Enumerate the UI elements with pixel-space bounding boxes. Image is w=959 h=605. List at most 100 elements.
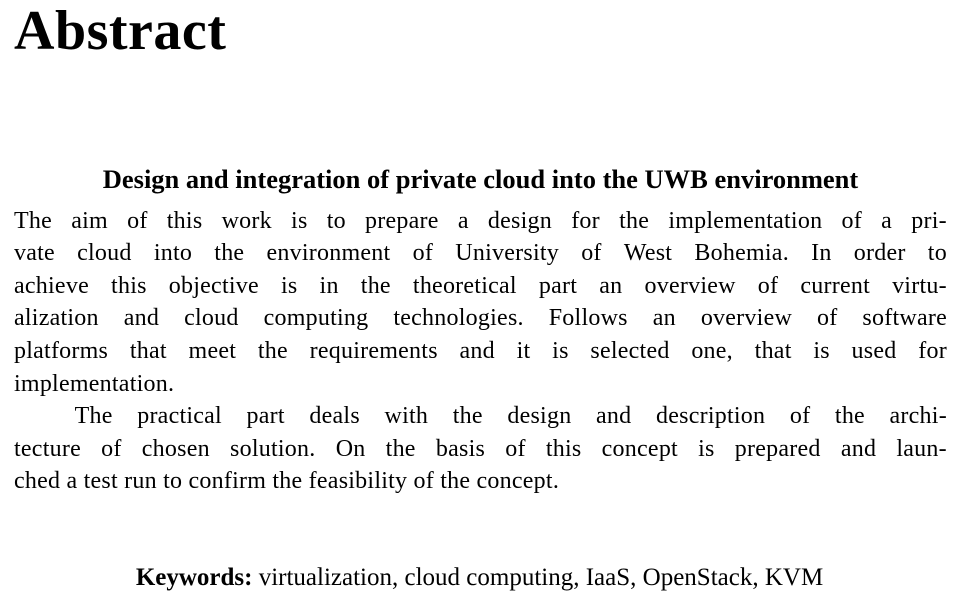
abstract-line: achieve this objective is in the theoretical pa… [14, 270, 947, 303]
word: it [516, 337, 531, 364]
word: an [652, 305, 676, 332]
word: with [384, 403, 429, 430]
word: the [360, 272, 391, 299]
word: an [599, 272, 623, 299]
word: implementation [668, 207, 823, 234]
word: objective [168, 272, 259, 299]
word: laun- [896, 435, 947, 462]
abstract-line: platforms that meet the requirements and it is s… [14, 335, 947, 368]
word: concept [601, 435, 678, 462]
word: current [800, 272, 870, 299]
word: part [246, 403, 285, 430]
word: a [881, 207, 893, 234]
word: and [459, 337, 495, 364]
word: software [862, 305, 947, 332]
abstract-line: The aim of this work is to prepare a design for the… [14, 205, 947, 238]
word: design [507, 403, 572, 430]
abstract-text-block: The aim of this work is to prepare a design for the… [14, 196, 947, 498]
word: University [455, 240, 560, 267]
word: this [111, 272, 147, 299]
word: In [811, 240, 832, 267]
word: tecture [14, 435, 81, 462]
word: order [853, 240, 906, 267]
word: and [840, 435, 877, 462]
word: of [101, 435, 122, 462]
word: is [552, 337, 569, 364]
word: alization [14, 305, 99, 332]
word: is [291, 207, 308, 234]
word: vate [14, 240, 55, 267]
word: the [214, 240, 245, 267]
word: that [754, 337, 792, 364]
word: deals [309, 403, 360, 430]
word: theoretical [412, 272, 517, 299]
word: to [927, 240, 947, 267]
page-title: Abstract [14, 0, 227, 62]
word: and [596, 403, 632, 430]
word: for [918, 337, 947, 364]
word: this [545, 435, 582, 462]
word: prepare [365, 207, 439, 234]
word: overview [700, 305, 793, 332]
word: description [655, 403, 766, 430]
word: Follows [548, 305, 628, 332]
word: of [505, 435, 526, 462]
word: meet [188, 337, 237, 364]
abstract-line: vate cloud into the environment of University o… [14, 237, 947, 270]
word: the [257, 337, 288, 364]
word: a [457, 207, 469, 234]
word: requirements [309, 337, 438, 364]
word: cloud [184, 305, 239, 332]
word: overview [644, 272, 736, 299]
word: of [841, 207, 862, 234]
document-subtitle: Design and integration of private cloud … [102, 163, 859, 194]
word: practical [137, 403, 222, 430]
word: and [123, 305, 160, 332]
word: of [789, 403, 811, 430]
word: computing [263, 305, 369, 332]
word: into [153, 240, 193, 267]
keywords-line: Keywords: virtualization, cloud computin… [0, 563, 959, 593]
word: design [487, 207, 553, 234]
word: to [326, 207, 346, 234]
word: this [166, 207, 203, 234]
word: prepared [734, 435, 821, 462]
word: selected [590, 337, 670, 364]
word: is [813, 337, 830, 364]
abstract-line: alization and cloud computing technologies. F… [14, 302, 947, 335]
word: virtu- [892, 272, 947, 299]
word: the [385, 435, 416, 462]
word: of [757, 272, 779, 299]
keywords-list: virtualization, cloud computing, IaaS, O… [258, 564, 824, 591]
word: platforms [14, 337, 109, 364]
word: part [538, 272, 578, 299]
word: of [412, 240, 434, 267]
word: cloud [77, 240, 132, 267]
word: of [816, 305, 838, 332]
word: The [14, 207, 53, 234]
word: of [127, 207, 148, 234]
word: in [319, 272, 339, 299]
word: pri- [911, 207, 947, 234]
keywords-label: Keywords: [135, 564, 253, 591]
abstract-line: ched a test run to confirm the feasibili… [14, 468, 560, 495]
word: technologies. [393, 305, 524, 332]
word: used [851, 337, 897, 364]
word: the [452, 403, 483, 430]
word: one, [691, 337, 733, 364]
word: achieve [14, 272, 89, 299]
word: Bohemia. [694, 240, 789, 267]
abstract-line: implementation. [14, 370, 175, 397]
word: of [581, 240, 602, 267]
abstract-page: Abstract Design and integration of priva… [0, 0, 959, 605]
word: archi- [889, 403, 947, 430]
word: aim [71, 207, 108, 234]
word: chosen [141, 435, 210, 462]
word: On [335, 435, 366, 462]
word: the [834, 403, 865, 430]
word: the [619, 207, 650, 234]
word: environment [266, 240, 391, 267]
word: West [623, 240, 673, 267]
word: is [698, 435, 715, 462]
word: is [280, 272, 298, 299]
